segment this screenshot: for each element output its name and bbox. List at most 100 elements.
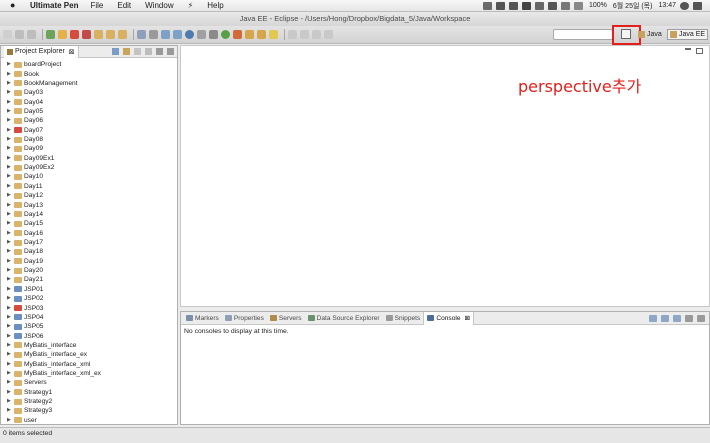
stop-icon[interactable] <box>70 30 79 39</box>
tree-item[interactable]: ▶ Day09Ex2 <box>1 163 177 172</box>
expand-arrow-icon[interactable]: ▶ <box>7 304 12 313</box>
expand-arrow-icon[interactable]: ▶ <box>7 369 12 378</box>
tray-icon[interactable] <box>522 1 531 10</box>
collapse-all-icon[interactable] <box>112 48 119 55</box>
tree-item[interactable]: ▶ MyBatis_interface_xml <box>1 360 177 369</box>
open-type-icon[interactable] <box>257 30 266 39</box>
external-tools-icon[interactable] <box>197 30 206 39</box>
tray-icon[interactable] <box>548 1 557 10</box>
close-icon[interactable]: ⊠ <box>69 48 75 56</box>
tree-item[interactable]: ▶ user <box>1 416 177 425</box>
volume-icon[interactable] <box>574 1 583 10</box>
tab-console[interactable]: Console ⊠ <box>423 311 475 325</box>
tab-project-explorer[interactable]: Project Explorer ⊠ <box>4 45 79 58</box>
expand-arrow-icon[interactable]: ▶ <box>7 397 12 406</box>
tree-item[interactable]: ▶ Day06 <box>1 116 177 125</box>
list-icon[interactable] <box>137 30 146 39</box>
tab-servers[interactable]: Servers <box>267 312 305 325</box>
date-text[interactable]: 6월 25일 (목) <box>613 1 653 11</box>
tree-item[interactable]: ▶ Day08 <box>1 135 177 144</box>
tree-item[interactable]: ▶ Day16 <box>1 228 177 237</box>
expand-arrow-icon[interactable]: ▶ <box>7 238 12 247</box>
expand-arrow-icon[interactable]: ▶ <box>7 285 12 294</box>
new-icon[interactable] <box>3 30 12 39</box>
tree-item[interactable]: ▶ JSP01 <box>1 285 177 294</box>
expand-arrow-icon[interactable]: ▶ <box>7 210 12 219</box>
expand-arrow-icon[interactable]: ▶ <box>7 98 12 107</box>
tree-item[interactable]: ▶ JSP02 <box>1 294 177 303</box>
expand-arrow-icon[interactable]: ▶ <box>7 350 12 359</box>
debug-icon[interactable] <box>233 30 242 39</box>
expand-arrow-icon[interactable]: ▶ <box>7 70 12 79</box>
list-icon[interactable] <box>693 1 702 10</box>
wifi-icon[interactable] <box>561 1 570 10</box>
expand-arrow-icon[interactable]: ▶ <box>7 266 12 275</box>
expand-arrow-icon[interactable]: ▶ <box>7 294 12 303</box>
tree-item[interactable]: ▶ Day09 <box>1 144 177 153</box>
disconnect-icon[interactable] <box>82 30 91 39</box>
tree-item[interactable]: ▶ Day15 <box>1 219 177 228</box>
tree-item[interactable]: ▶ JSP04 <box>1 313 177 322</box>
tree-item[interactable]: ▶ Strategy3 <box>1 406 177 415</box>
time-text[interactable]: 13:47 <box>658 2 676 9</box>
menu-window[interactable]: Window <box>145 1 173 10</box>
battery-text[interactable]: 100% <box>589 2 607 9</box>
pause-icon[interactable] <box>58 30 67 39</box>
perspective-java[interactable]: Java <box>638 29 662 40</box>
maximize-icon[interactable] <box>697 314 705 322</box>
tree-item[interactable]: ▶ JSP06 <box>1 331 177 340</box>
expand-arrow-icon[interactable]: ▶ <box>7 126 12 135</box>
expand-arrow-icon[interactable]: ▶ <box>7 172 12 181</box>
menu-edit[interactable]: Edit <box>117 1 131 10</box>
expand-arrow-icon[interactable]: ▶ <box>7 322 12 331</box>
menu-file[interactable]: File <box>90 1 103 10</box>
new-server-icon[interactable] <box>173 30 182 39</box>
open-console-icon[interactable] <box>673 314 681 322</box>
tree-item[interactable]: ▶ Day09Ex1 <box>1 154 177 163</box>
tree-item[interactable]: ▶ Strategy1 <box>1 388 177 397</box>
expand-arrow-icon[interactable]: ▶ <box>7 247 12 256</box>
expand-arrow-icon[interactable]: ▶ <box>7 257 12 266</box>
tree-item[interactable]: ▶ Day12 <box>1 191 177 200</box>
search-icon[interactable] <box>269 30 278 39</box>
tab-markers[interactable]: Markers <box>183 312 222 325</box>
expand-arrow-icon[interactable]: ▶ <box>7 163 12 172</box>
tree-item[interactable]: ▶ JSP03 <box>1 303 177 312</box>
save-icon[interactable] <box>15 30 24 39</box>
expand-arrow-icon[interactable]: ▶ <box>7 341 12 350</box>
tree-item[interactable]: ▶ Day04 <box>1 97 177 106</box>
tree-item[interactable]: ▶ Day19 <box>1 257 177 266</box>
chevron-down-icon[interactable] <box>145 48 152 55</box>
tab-properties[interactable]: Properties <box>222 312 267 325</box>
step-return-icon[interactable] <box>118 30 127 39</box>
display-console-icon[interactable] <box>661 314 669 322</box>
minimize-icon[interactable] <box>685 48 691 50</box>
tray-icon[interactable] <box>496 1 505 10</box>
back-icon[interactable] <box>312 30 321 39</box>
globe-icon[interactable] <box>185 30 194 39</box>
tray-icon[interactable] <box>483 1 492 10</box>
expand-arrow-icon[interactable]: ▶ <box>7 191 12 200</box>
expand-arrow-icon[interactable]: ▶ <box>7 313 12 322</box>
tree-item[interactable]: ▶ Day21 <box>1 275 177 284</box>
tree-item[interactable]: ▶ MyBatis_interface_xml_ex <box>1 369 177 378</box>
lightning-icon[interactable]: ⚡ <box>188 1 194 10</box>
tree-item[interactable]: ▶ Day05 <box>1 107 177 116</box>
tab-snippets[interactable]: Snippets <box>383 312 424 325</box>
tray-icon[interactable] <box>509 1 518 10</box>
step-over-icon[interactable] <box>106 30 115 39</box>
expand-arrow-icon[interactable]: ▶ <box>7 378 12 387</box>
menu-help[interactable]: Help <box>207 1 223 10</box>
annotation-icon[interactable] <box>288 30 297 39</box>
tree-item[interactable]: ▶ Strategy2 <box>1 397 177 406</box>
run-icon[interactable] <box>46 30 55 39</box>
tree-item[interactable]: ▶ JSP05 <box>1 322 177 331</box>
expand-arrow-icon[interactable]: ▶ <box>7 135 12 144</box>
app-menu[interactable]: Ultimate Pen <box>30 1 78 10</box>
expand-arrow-icon[interactable]: ▶ <box>7 60 12 69</box>
expand-arrow-icon[interactable]: ▶ <box>7 406 12 415</box>
open-folder-icon[interactable] <box>245 30 254 39</box>
tree-item[interactable]: ▶ Day11 <box>1 182 177 191</box>
expand-arrow-icon[interactable]: ▶ <box>7 275 12 284</box>
expand-arrow-icon[interactable]: ▶ <box>7 154 12 163</box>
